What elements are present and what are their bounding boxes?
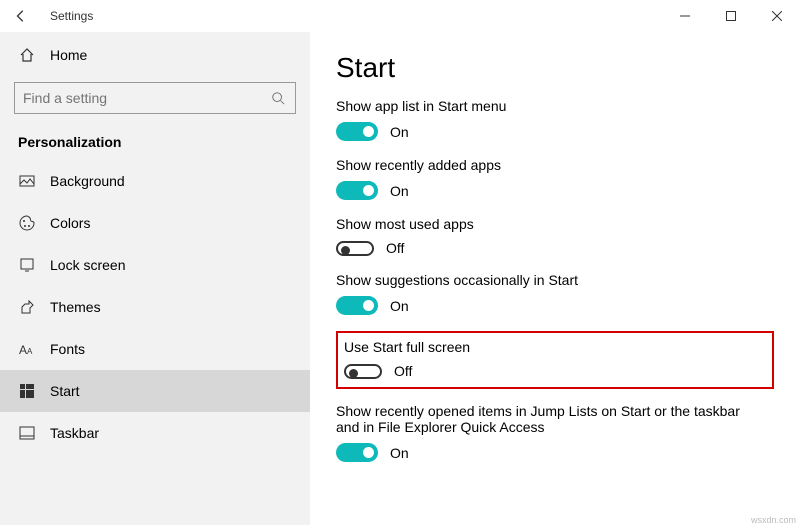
- svg-text:A: A: [27, 347, 33, 356]
- nav-label: Taskbar: [50, 425, 99, 441]
- setting-label: Show recently added apps: [336, 157, 774, 173]
- toggle-state: On: [390, 124, 409, 140]
- setting-app-list: Show app list in Start menu On: [336, 98, 774, 141]
- page-title: Start: [336, 52, 774, 84]
- toggle-state: On: [390, 183, 409, 199]
- sidebar-item-themes[interactable]: Themes: [0, 286, 310, 328]
- sidebar-item-taskbar[interactable]: Taskbar: [0, 412, 310, 454]
- colors-icon: [18, 214, 36, 232]
- nav-label: Lock screen: [50, 257, 125, 273]
- toggle-state: On: [390, 445, 409, 461]
- svg-text:A: A: [19, 343, 27, 356]
- lock-screen-icon: [18, 256, 36, 274]
- setting-recently-added: Show recently added apps On: [336, 157, 774, 200]
- themes-icon: [18, 298, 36, 316]
- setting-most-used: Show most used apps Off: [336, 216, 774, 256]
- setting-jump-lists: Show recently opened items in Jump Lists…: [336, 403, 774, 462]
- sidebar-item-start[interactable]: Start: [0, 370, 310, 412]
- sidebar-item-background[interactable]: Background: [0, 160, 310, 202]
- background-icon: [18, 172, 36, 190]
- nav-label: Fonts: [50, 341, 85, 357]
- minimize-button[interactable]: [662, 0, 708, 32]
- window-title: Settings: [50, 9, 93, 23]
- toggle-recently-added[interactable]: [336, 181, 378, 200]
- toggle-full-screen[interactable]: [344, 364, 382, 379]
- nav-label: Start: [50, 383, 80, 399]
- close-button[interactable]: [754, 0, 800, 32]
- sidebar-item-fonts[interactable]: AA Fonts: [0, 328, 310, 370]
- maximize-button[interactable]: [708, 0, 754, 32]
- toggle-most-used[interactable]: [336, 241, 374, 256]
- nav-label: Background: [50, 173, 125, 189]
- nav-label: Themes: [50, 299, 101, 315]
- taskbar-icon: [18, 424, 36, 442]
- setting-label: Show recently opened items in Jump Lists…: [336, 403, 756, 435]
- nav-label: Colors: [50, 215, 90, 231]
- titlebar: Settings: [0, 0, 800, 32]
- search-input[interactable]: [23, 90, 269, 106]
- start-icon: [18, 382, 36, 400]
- toggle-state: Off: [394, 363, 412, 379]
- back-icon[interactable]: [12, 7, 30, 25]
- category-title: Personalization: [0, 128, 310, 160]
- setting-full-screen: Use Start full screen Off: [344, 339, 766, 379]
- toggle-jump-lists[interactable]: [336, 443, 378, 462]
- home-label: Home: [50, 47, 87, 63]
- search-box[interactable]: [14, 82, 296, 114]
- window-controls: [662, 0, 800, 32]
- setting-suggestions: Show suggestions occasionally in Start O…: [336, 272, 774, 315]
- setting-label: Show most used apps: [336, 216, 774, 232]
- setting-label: Show suggestions occasionally in Start: [336, 272, 774, 288]
- toggle-state: On: [390, 298, 409, 314]
- toggle-suggestions[interactable]: [336, 296, 378, 315]
- setting-label: Show app list in Start menu: [336, 98, 774, 114]
- content-pane: Start Show app list in Start menu On Sho…: [310, 32, 800, 525]
- fonts-icon: AA: [18, 340, 36, 358]
- sidebar-item-lock-screen[interactable]: Lock screen: [0, 244, 310, 286]
- sidebar: Home Personalization Background Colors L…: [0, 32, 310, 525]
- highlight-full-screen: Use Start full screen Off: [336, 331, 774, 389]
- setting-label: Use Start full screen: [344, 339, 766, 355]
- sidebar-home[interactable]: Home: [0, 36, 310, 74]
- home-icon: [18, 46, 36, 64]
- search-icon: [269, 89, 287, 107]
- sidebar-item-colors[interactable]: Colors: [0, 202, 310, 244]
- toggle-state: Off: [386, 240, 404, 256]
- watermark: wsxdn.com: [751, 515, 796, 525]
- toggle-app-list[interactable]: [336, 122, 378, 141]
